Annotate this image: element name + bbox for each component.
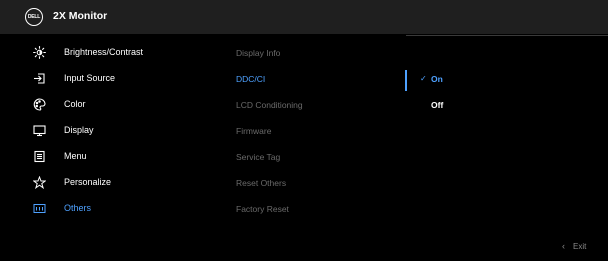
- input-source-icon: [32, 71, 46, 85]
- menu-item-label: Color: [64, 99, 86, 109]
- submenu-item-display-info[interactable]: Display Info: [236, 48, 280, 58]
- menu-icon: [32, 149, 46, 163]
- menu-item-label: Brightness/Contrast: [64, 47, 144, 57]
- menu-item-label: Input Source: [64, 73, 116, 83]
- submenu-item-reset-others[interactable]: Reset Others: [236, 178, 286, 188]
- others-icon: [32, 201, 46, 215]
- display-icon: [32, 123, 46, 137]
- checkmark-icon: ✓: [420, 74, 427, 83]
- submenu-item-ddc-ci[interactable]: DDC/CI: [236, 74, 265, 84]
- submenu-item-service-tag[interactable]: Service Tag: [236, 152, 280, 162]
- star-icon: [32, 175, 46, 189]
- options-divider: [406, 35, 608, 36]
- option-off[interactable]: Off: [431, 100, 443, 110]
- brightness-icon: [32, 45, 46, 59]
- submenu-item-firmware[interactable]: Firmware: [236, 126, 271, 136]
- color-palette-icon: [32, 97, 46, 111]
- selection-indicator: [405, 70, 407, 91]
- menu-item-menu[interactable]: Menu: [32, 149, 87, 163]
- header-bar: DELL 2X Monitor: [0, 0, 608, 34]
- menu-item-label: Personalize: [64, 177, 112, 187]
- submenu-item-lcd-conditioning[interactable]: LCD Conditioning: [236, 100, 303, 110]
- menu-item-label: Others: [64, 203, 92, 213]
- menu-item-display[interactable]: Display: [32, 123, 94, 137]
- dell-logo: DELL: [25, 8, 43, 26]
- option-on[interactable]: On: [431, 74, 443, 84]
- menu-item-label: Menu: [64, 151, 87, 161]
- menu-item-others[interactable]: Others: [32, 201, 91, 215]
- menu-item-personalize[interactable]: Personalize: [32, 175, 111, 189]
- menu-item-label: Display: [64, 125, 94, 135]
- monitor-title: 2X Monitor: [53, 10, 108, 22]
- menu-item-input-source[interactable]: Input Source: [32, 71, 115, 85]
- chevron-left-icon: ‹: [562, 241, 565, 251]
- submenu-item-factory-reset[interactable]: Factory Reset: [236, 204, 289, 214]
- exit-button[interactable]: Exit: [573, 242, 586, 251]
- menu-item-brightness-contrast[interactable]: Brightness/Contrast: [32, 45, 143, 59]
- menu-item-color[interactable]: Color: [32, 97, 86, 111]
